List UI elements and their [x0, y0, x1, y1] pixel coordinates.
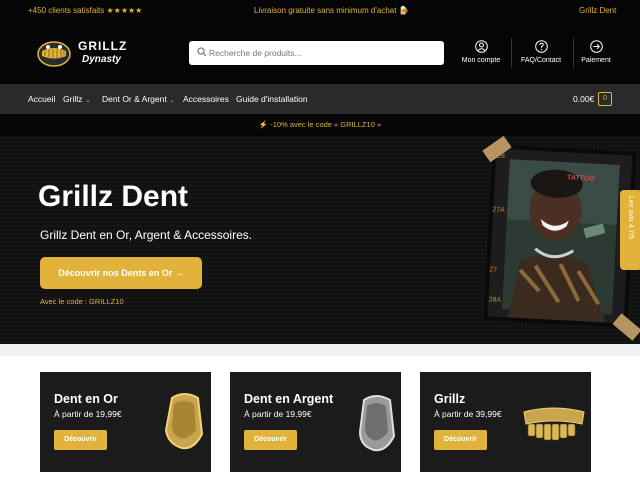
promo-banner: ⚡ -10% avec le code « GRILLZ10 » — [0, 114, 640, 136]
cart-total[interactable]: 0.00€ — [573, 94, 594, 104]
main-navigation: Accueil Grillz ⌄ Dent Or & Argent ⌄ Access… — [0, 84, 640, 114]
discover-button[interactable]: Découvrir — [434, 430, 487, 450]
film-number: 27 — [488, 266, 498, 274]
nav-item-guide[interactable]: Guide d'installation — [236, 94, 308, 104]
person-photo-image — [487, 148, 633, 324]
payment-link[interactable]: Paiement — [578, 40, 614, 64]
user-icon — [474, 40, 488, 53]
film-number: 27A — [492, 206, 505, 215]
search-box — [189, 41, 444, 65]
arrow-circle-icon — [589, 40, 603, 53]
card-title: Grillz — [434, 392, 466, 406]
card-price: À partir de 39,99€ — [434, 409, 502, 419]
chevron-down-icon: ⌄ — [85, 98, 91, 104]
category-card-dent-or[interactable]: Dent en Or À partir de 19,99€ Découvrir — [40, 372, 211, 472]
discover-button[interactable]: Découvrir — [244, 430, 297, 450]
tape-decoration — [612, 313, 640, 341]
search-input[interactable] — [209, 41, 439, 65]
announcement-bar: +450 clients satisfaits ★★★★★ Livraison … — [0, 0, 640, 22]
hero-section: Grillz Dent Grillz Dent en Or, Argent & … — [0, 136, 640, 344]
account-link[interactable]: Mon compte — [461, 40, 501, 64]
help-icon — [534, 40, 548, 53]
cart-count: 0 — [603, 95, 607, 102]
silver-tooth-image — [358, 395, 396, 452]
nav-item-label: Accessoires — [183, 94, 229, 104]
hero-subtitle: Grillz Dent en Or, Argent & Accessoires. — [40, 228, 253, 242]
card-title: Dent en Argent — [244, 392, 334, 406]
faq-label: FAQ/Contact — [520, 57, 562, 64]
topbar-link[interactable]: Grillz Dent — [579, 6, 616, 15]
nav-item-accessoires[interactable]: Accessoires — [183, 94, 229, 104]
satisfied-clients-text: +450 clients satisfaits ★★★★★ — [28, 6, 143, 15]
reviews-badge[interactable]: Les avis 4.7/5 — [620, 190, 640, 270]
free-shipping-text: Livraison gratuite sans minimum d'achat … — [254, 6, 409, 15]
header-divider — [573, 38, 574, 68]
nav-item-label: Guide d'installation — [236, 94, 308, 104]
reviews-badge-text: Les avis 4.7/5 — [627, 196, 634, 240]
header-divider — [511, 38, 512, 68]
card-title: Dent en Or — [54, 392, 118, 406]
site-header: GRILLZ Dynasty Mon compte FAQ/Contact — [0, 22, 640, 84]
card-price: À partir de 19,99€ — [244, 409, 312, 419]
nav-item-grillz[interactable]: Grillz ⌄ — [63, 94, 90, 104]
nav-item-label: Dent Or & Argent — [102, 94, 167, 104]
section-divider — [0, 344, 640, 356]
gold-tooth-image — [164, 393, 204, 450]
nav-item-label: Grillz — [63, 94, 83, 104]
payment-label: Paiement — [581, 57, 611, 64]
nav-item-accueil[interactable]: Accueil — [28, 94, 55, 104]
discover-button[interactable]: Découvrir — [54, 430, 107, 450]
discover-gold-teeth-button[interactable]: Découvrir nos Dents en Or → — [40, 257, 202, 289]
logo-text: GRILLZ — [78, 39, 128, 53]
category-card-dent-argent[interactable]: Dent en Argent À partir de 19,99€ Découv… — [230, 372, 401, 472]
chevron-down-icon: ⌄ — [169, 98, 175, 104]
photo-sign-text: TATTOO — [566, 174, 595, 183]
site-logo[interactable]: GRILLZ Dynasty — [36, 37, 136, 71]
category-card-grillz[interactable]: Grillz À partir de 39,99€ Découvrir — [420, 372, 591, 472]
card-price: À partir de 19,99€ — [54, 409, 122, 419]
film-number: 28A — [488, 296, 502, 304]
gold-grillz-image — [523, 407, 585, 441]
nav-item-label: Accueil — [28, 94, 56, 104]
hero-title: Grillz Dent — [38, 180, 189, 213]
search-icon[interactable] — [197, 47, 207, 57]
promo-code-note: Avec le code : GRILLZ10 — [40, 297, 124, 306]
hero-photo: TATTOO 27A 28 27 28A — [483, 144, 637, 328]
logo-subtext: Dynasty — [82, 54, 121, 65]
faq-contact-link[interactable]: FAQ/Contact — [518, 40, 564, 64]
nav-item-dent-or-argent[interactable]: Dent Or & Argent ⌄ — [102, 94, 175, 104]
cart-bag-icon[interactable]: 0 — [598, 92, 612, 106]
account-label: Mon compte — [461, 57, 501, 64]
